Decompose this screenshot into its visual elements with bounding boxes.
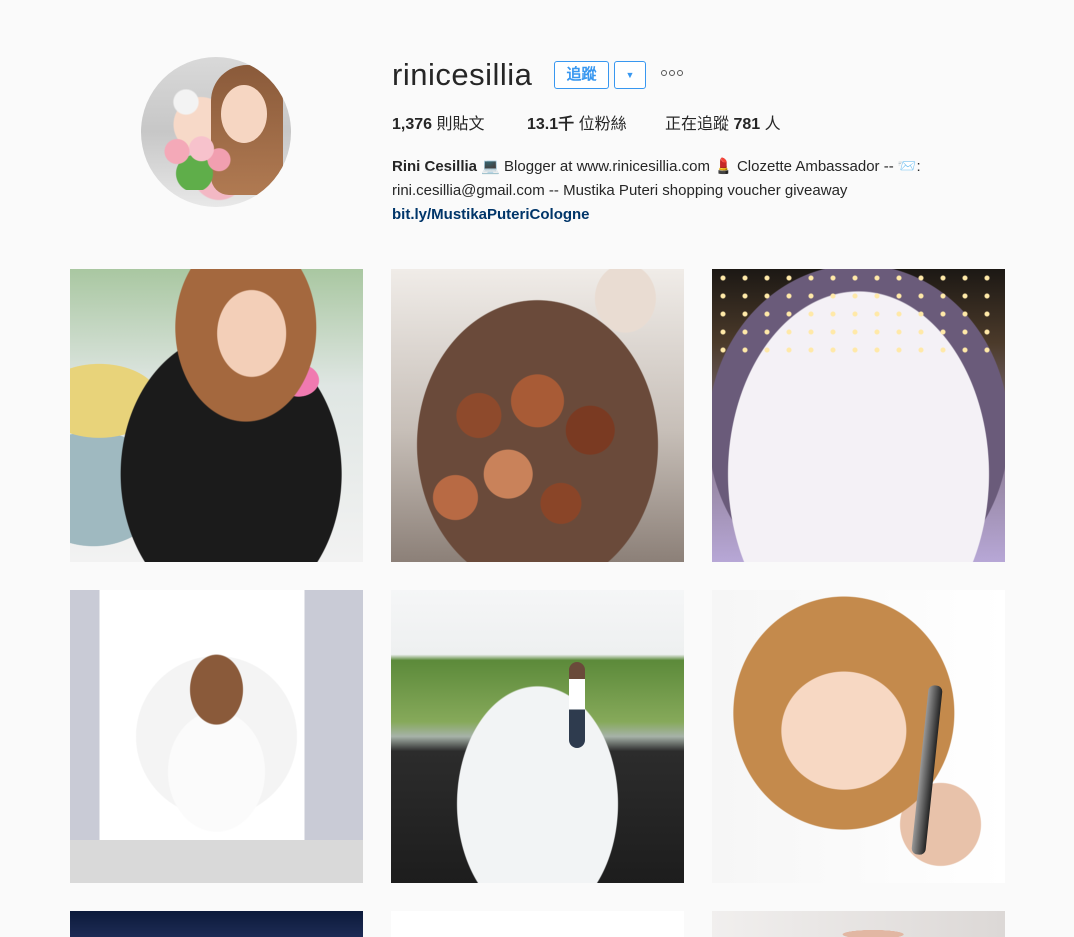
profile-avatar[interactable] <box>141 57 291 207</box>
bio-link[interactable]: bit.ly/MustikaPuteriCologne <box>392 203 992 227</box>
post-thumbnail[interactable] <box>712 590 1005 883</box>
post-thumbnail[interactable] <box>712 911 1005 937</box>
photo-person-figure <box>569 662 585 748</box>
photo-floor-decoration <box>70 840 363 883</box>
post-thumbnail[interactable] <box>70 911 363 937</box>
post-thumbnail[interactable] <box>391 269 684 562</box>
avatar-flowers <box>163 135 233 190</box>
post-thumbnail[interactable] <box>391 590 684 883</box>
post-thumbnail[interactable] <box>391 911 684 937</box>
dot-icon <box>661 70 667 76</box>
following-prefix: 正在追蹤 <box>665 116 730 133</box>
post-thumbnail[interactable] <box>70 269 363 562</box>
posts-count: 1,376 <box>392 116 433 133</box>
bio-text-2: rini.cesillia@gmail.com -- Mustika Puter… <box>392 182 848 199</box>
followers-stat[interactable]: 13.1千 位粉絲 <box>527 115 627 135</box>
bio-line-1: Rini Cesillia 💻 Blogger at www.rinicesil… <box>392 155 992 179</box>
bio-text-1: 💻 Blogger at www.rinicesillia.com 💄 Cloz… <box>481 158 921 175</box>
post-thumbnail[interactable] <box>712 269 1005 562</box>
following-stat[interactable]: 正在追蹤 781 人 <box>665 115 781 135</box>
full-name: Rini Cesillia <box>392 158 478 175</box>
dot-icon <box>669 70 675 76</box>
following-suffix: 人 <box>764 116 781 133</box>
posts-stat: 1,376 則貼文 <box>392 115 485 135</box>
profile-bio: Rini Cesillia 💻 Blogger at www.rinicesil… <box>392 155 992 227</box>
post-thumbnail[interactable] <box>70 590 363 883</box>
string-lights-decoration <box>712 269 1005 359</box>
dot-icon <box>677 70 683 76</box>
photo-mascara-wand <box>911 684 943 856</box>
following-count: 781 <box>733 116 761 133</box>
suggestions-dropdown-button[interactable]: ▼ <box>614 61 646 89</box>
follow-button[interactable]: 追蹤 <box>554 61 609 89</box>
profile-page: rinicesillia 追蹤 ▼ 1,376 則貼文 13.1千 位粉絲 正在… <box>0 0 1074 937</box>
more-options-icon[interactable] <box>661 70 687 80</box>
followers-label: 位粉絲 <box>578 116 627 133</box>
posts-label: 則貼文 <box>436 116 485 133</box>
username: rinicesillia <box>392 57 533 92</box>
followers-count: 13.1千 <box>527 116 575 133</box>
